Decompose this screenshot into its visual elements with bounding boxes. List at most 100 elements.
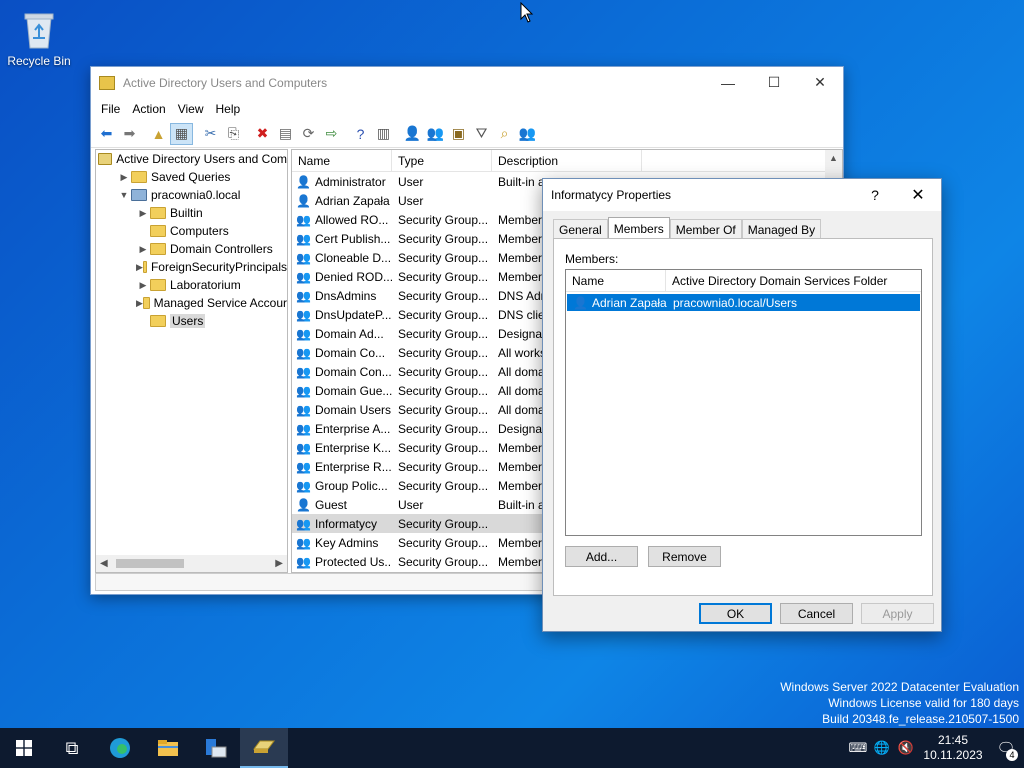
apply-button[interactable]: Apply [861,603,934,624]
volume-muted-icon[interactable]: 🔇 [894,740,918,756]
row-name: Key Admins [315,535,379,550]
scroll-thumb[interactable] [116,559,184,568]
menu-action[interactable]: Action [126,102,171,116]
scroll-right-icon[interactable]: ▶ [275,558,283,569]
cancel-button[interactable]: Cancel [780,603,853,624]
tree-item[interactable]: ▶ Laboratorium [96,276,287,294]
expand-chevron-icon[interactable]: ▶ [117,172,131,183]
domain-icon [131,189,147,201]
network-globe-icon[interactable]: 🌐 [870,740,894,756]
back-icon[interactable]: ⬅ [95,123,118,145]
delete-icon[interactable]: ✖ [251,123,274,145]
row-type: User [398,193,424,208]
tree-item[interactable]: ▶ ForeignSecurityPrincipals [96,258,287,276]
row-type: Security Group... [398,269,489,284]
keyboard-icon[interactable]: ⌨ [846,740,870,756]
tab-members[interactable]: Members [607,217,670,240]
members-list[interactable]: Name Active Directory Domain Services Fo… [565,269,922,536]
notification-button[interactable]: 🗨 4 [988,739,1024,761]
add-to-group-icon[interactable]: 👥 [516,123,539,145]
refresh-icon[interactable]: ⟳ [297,123,320,145]
member-column-name[interactable]: Name [566,270,666,291]
windows-logo-icon [16,740,32,756]
tree-item[interactable]: ▶ Builtin [96,204,287,222]
row-name: Adrian Zapała [315,193,390,208]
up-folder-icon[interactable]: ▲ [147,123,170,145]
cut-icon[interactable]: ✂ [199,123,222,145]
expand-chevron-icon[interactable]: ▼ [117,190,131,200]
aduc-taskbar-button[interactable] [240,728,288,768]
minimize-button[interactable]: — [705,67,751,98]
new-ou-icon[interactable]: ▣ [447,123,470,145]
find-icon[interactable]: ⌕ [493,123,516,145]
expand-chevron-icon[interactable]: ▶ [136,298,143,309]
add-button[interactable]: Add... [565,546,638,567]
properties-icon[interactable]: ▤ [274,123,297,145]
user-icon: 👤 [296,193,311,208]
new-group-icon[interactable]: 👥 [424,123,447,145]
expand-chevron-icon[interactable]: ▶ [136,244,150,255]
start-button[interactable] [0,728,48,768]
row-type: Security Group... [398,402,489,417]
tree-item[interactable]: Active Directory Users and Com [96,150,287,168]
dialog-titlebar[interactable]: Informatycy Properties ? ✕ [543,179,941,211]
aduc-titlebar[interactable]: Active Directory Users and Computers — ☐… [91,67,843,98]
forward-icon[interactable]: ➡ [118,123,141,145]
close-button[interactable]: ✕ [797,67,843,98]
column-name[interactable]: Name [292,150,392,171]
group-icon: 👥 [296,212,311,227]
member-column-folder[interactable]: Active Directory Domain Services Folder [666,270,921,291]
row-name: Cloneable D... [315,250,392,265]
row-name: DnsAdmins [315,288,377,303]
help-icon[interactable]: ? [349,123,372,145]
scroll-up-icon[interactable]: ▲ [825,150,842,167]
maximize-button[interactable]: ☐ [751,67,797,98]
list-header: Name Type Description [292,150,842,172]
tree-horizontal-scrollbar[interactable]: ◀ ▶ [96,555,287,572]
dialog-close-button[interactable]: ✕ [895,185,941,205]
ok-button[interactable]: OK [699,603,772,624]
properties-dialog: Informatycy Properties ? ✕ General Membe… [542,178,942,632]
expand-chevron-icon[interactable]: ▶ [136,280,150,291]
row-name: Enterprise R... [315,459,392,474]
tree-item[interactable]: ▶ Domain Controllers [96,240,287,258]
column-type[interactable]: Type [392,150,492,171]
notification-count: 4 [1006,749,1018,761]
member-folder: pracownia0.local/Users [673,295,798,310]
dialog-help-button[interactable]: ? [855,187,895,203]
show-console-tree-icon[interactable]: ▦ [170,122,193,145]
tab-general[interactable]: General [553,219,608,240]
edge-button[interactable] [96,728,144,768]
expand-chevron-icon[interactable]: ▶ [136,262,143,273]
row-type: Security Group... [398,478,489,493]
remove-button[interactable]: Remove [648,546,721,567]
server-manager-button[interactable] [192,728,240,768]
column-description[interactable]: Description [492,150,642,171]
menu-view[interactable]: View [172,102,210,116]
mmc-view-icon[interactable]: ▥ [372,123,395,145]
recycle-bin[interactable]: Recycle Bin [6,8,72,68]
members-list-header: Name Active Directory Domain Services Fo… [566,270,921,292]
expand-chevron-icon[interactable]: ▶ [136,208,150,219]
tree-item[interactable]: Users [96,312,287,330]
export-list-icon[interactable]: ⇨ [320,123,343,145]
tree-item[interactable]: Computers [96,222,287,240]
clock[interactable]: 21:45 10.11.2023 [918,733,988,763]
new-user-icon[interactable]: 👤 [401,123,424,145]
filter-icon[interactable]: ⛛ [470,123,493,145]
tree-item[interactable]: ▶ Managed Service Accour [96,294,287,312]
scroll-left-icon[interactable]: ◀ [100,558,108,569]
task-view-button[interactable]: ⧉ [48,728,96,768]
folder-icon [150,207,166,219]
member-row[interactable]: 👤 Adrian Zapała pracownia0.local/Users [567,294,920,311]
task-view-icon: ⧉ [65,737,79,758]
menu-file[interactable]: File [95,102,126,116]
tree-item[interactable]: ▼ pracownia0.local [96,186,287,204]
tab-member-of[interactable]: Member Of [669,219,742,240]
tree-item[interactable]: ▶ Saved Queries [96,168,287,186]
copy-icon[interactable]: ⎘ [222,123,245,145]
menu-help[interactable]: Help [210,102,247,116]
console-tree[interactable]: Active Directory Users and Com ▶ Saved Que… [95,149,288,573]
file-explorer-button[interactable] [144,728,192,768]
tab-managed-by[interactable]: Managed By [741,219,822,240]
